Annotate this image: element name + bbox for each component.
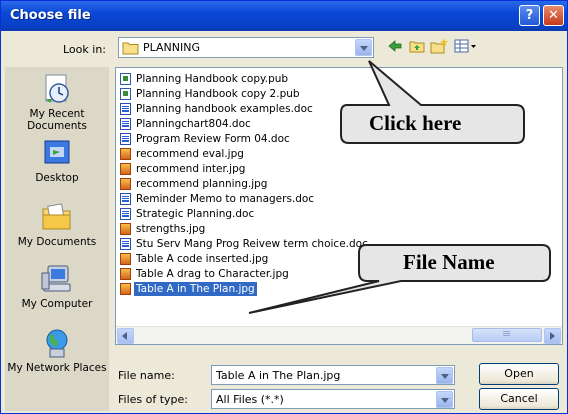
- file-name-callout-bubble: [248, 244, 551, 314]
- choose-file-dialog: Choose file ? ✕ Look in: PLANNING My Rec…: [0, 0, 568, 414]
- file-name-callout-text: File Name: [403, 250, 495, 274]
- callout-overlay: [248, 60, 551, 314]
- click-here-callout-text: Click here: [369, 111, 462, 135]
